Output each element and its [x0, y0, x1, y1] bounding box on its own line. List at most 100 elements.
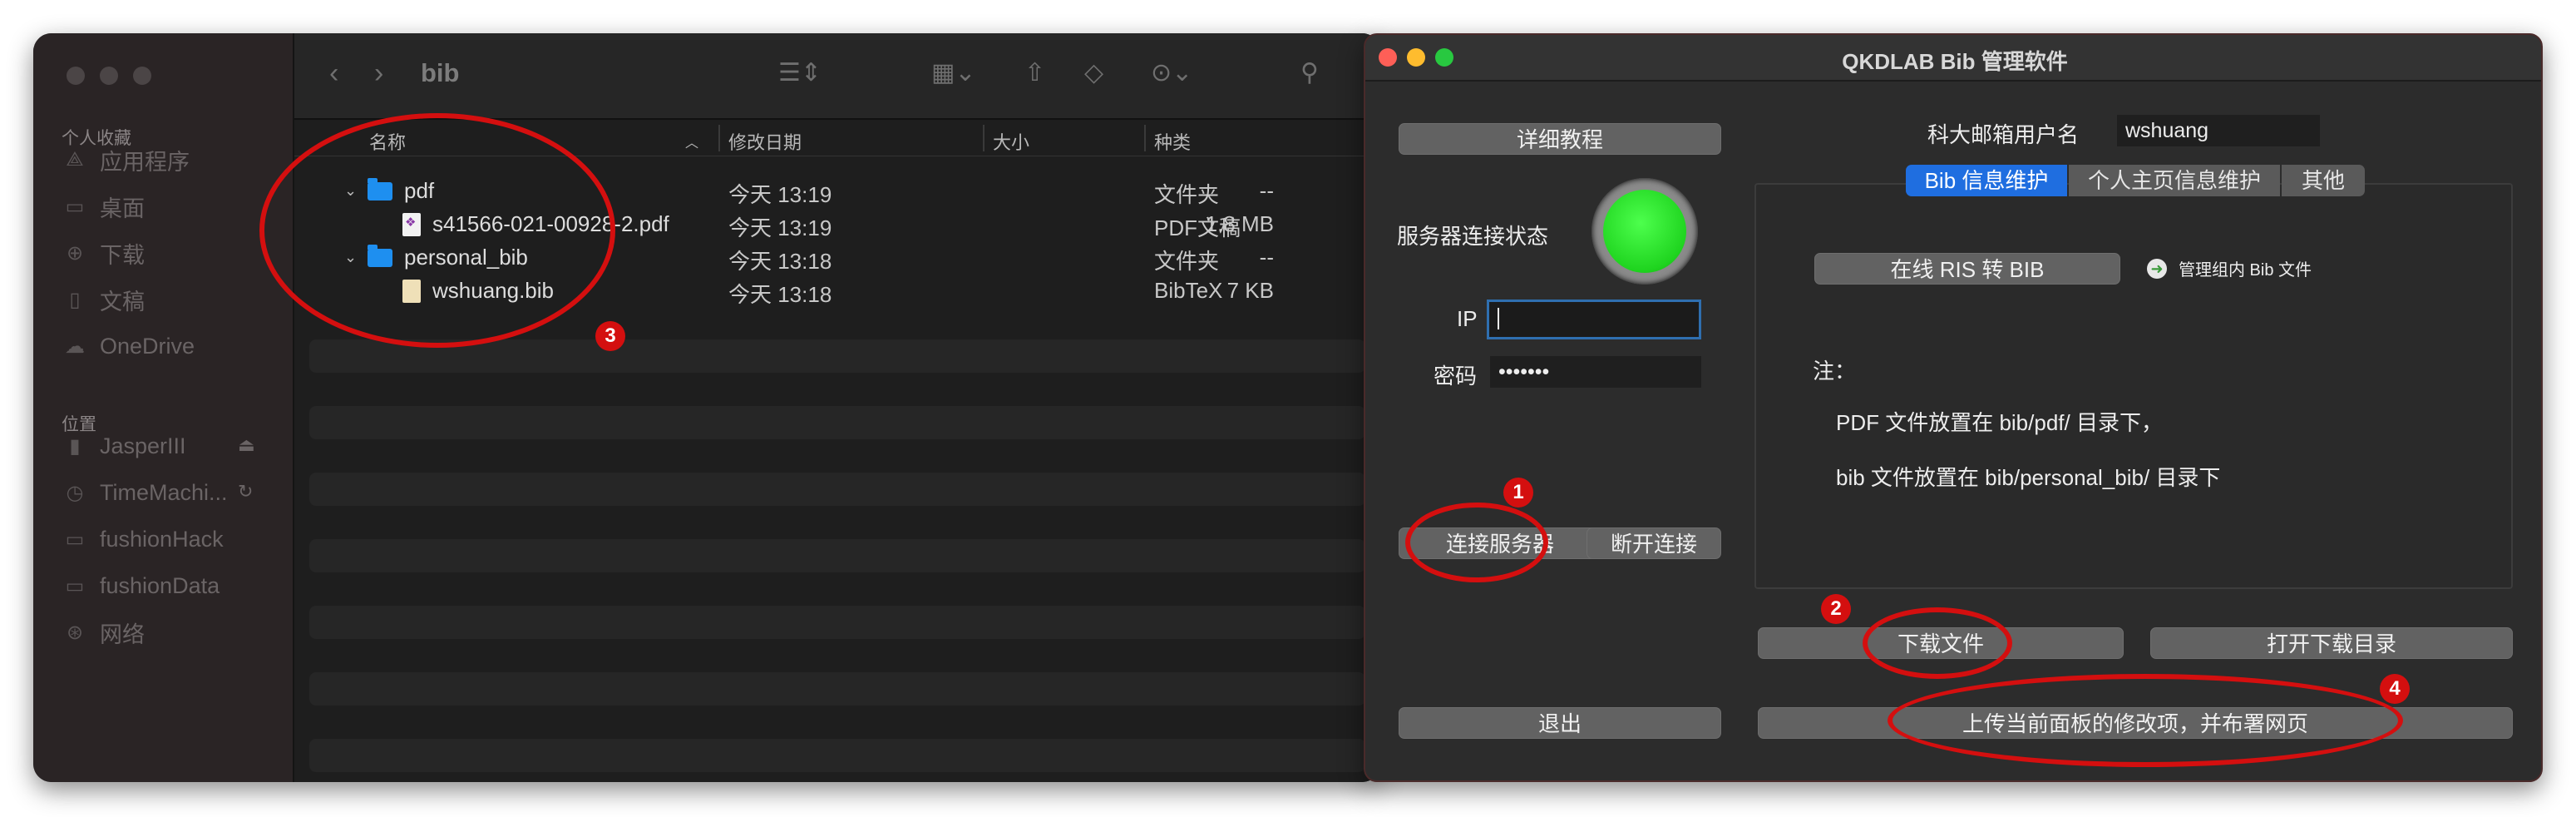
- sidebar-item-label: OneDrive: [100, 333, 195, 359]
- column-size-header[interactable]: 大小: [993, 128, 1029, 155]
- sidebar-item-jasper[interactable]: ▮ JasperIII: [62, 429, 185, 463]
- tab-other[interactable]: 其他: [2282, 165, 2365, 196]
- sidebar-item-label: fushionData: [100, 572, 220, 598]
- manage-bib-link[interactable]: ➜ 管理组内 Bib 文件: [2147, 256, 2312, 280]
- file-date: 今天 13:18: [728, 282, 832, 307]
- file-size: --: [1259, 245, 1274, 270]
- sidebar-item-downloads[interactable]: ⊕ 下载: [62, 236, 145, 270]
- sidebar-item-desktop[interactable]: ▭ 桌面: [62, 190, 145, 223]
- connect-server-button[interactable]: 连接服务器: [1399, 527, 1601, 559]
- disconnect-button[interactable]: 断开连接: [1587, 527, 1721, 559]
- sidebar-item-label: 桌面: [100, 196, 145, 221]
- sidebar-item-fushionhack[interactable]: ▭ fushionHack: [62, 522, 224, 556]
- column-divider: [983, 125, 985, 151]
- table-row[interactable]: ⌄ pdf 今天 13:19 -- 文件夹: [294, 173, 1380, 207]
- column-divider: [718, 125, 720, 151]
- file-size: --: [1259, 178, 1274, 203]
- table-row[interactable]: wshuang.bib 今天 13:18 7 KB BibTeX: [294, 273, 1380, 307]
- disclosure-icon[interactable]: ⌄: [344, 182, 359, 200]
- annotation-badge-2: 2: [1821, 594, 1851, 624]
- eject-icon[interactable]: ⏏: [238, 434, 255, 456]
- file-date: 今天 13:19: [728, 182, 832, 207]
- annotation-badge-1: 1: [1503, 478, 1533, 508]
- close-button[interactable]: [67, 67, 85, 85]
- file-name: wshuang.bib: [432, 278, 554, 303]
- file-name: personal_bib: [404, 245, 528, 270]
- app-title: QKDLAB Bib 管理软件: [1842, 49, 2068, 74]
- document-icon: ▯: [69, 288, 81, 311]
- sidebar-item-label: 文稿: [100, 289, 145, 314]
- arrow-right-icon: ➜: [2147, 258, 2167, 279]
- search-icon[interactable]: ⚲: [1300, 57, 1319, 90]
- folder-icon: [368, 244, 392, 267]
- group-icon[interactable]: ▦⌄: [931, 57, 975, 90]
- tag-icon[interactable]: ◇: [1084, 57, 1103, 90]
- empty-row-stripe: [309, 539, 1365, 572]
- time-machine-icon: ◷: [66, 481, 84, 504]
- file-name: pdf: [404, 178, 435, 203]
- server-status-label: 服务器连接状态: [1397, 224, 1549, 249]
- server-icon: ▭: [65, 527, 85, 551]
- note-heading: 注：: [1813, 359, 1857, 384]
- share-icon[interactable]: ⇧: [1024, 57, 1045, 90]
- download-icon: ⊕: [66, 241, 84, 265]
- sidebar-item-label: 网络: [100, 621, 145, 647]
- note-line-2: bib 文件放置在 bib/personal_bib/ 目录下: [1836, 465, 2221, 490]
- status-light-icon: [1603, 190, 1686, 273]
- ip-label: IP: [1457, 306, 1478, 331]
- network-icon: ⊛: [66, 621, 84, 644]
- sidebar-item-label: TimeMachi...: [100, 479, 228, 505]
- download-files-button[interactable]: 下载文件: [1758, 627, 2124, 659]
- desktop-icon: ▭: [65, 195, 85, 218]
- tab-personal-homepage[interactable]: 个人主页信息维护: [2069, 165, 2280, 196]
- apps-icon: ⟁: [66, 148, 84, 171]
- tutorial-button[interactable]: 详细教程: [1399, 123, 1721, 155]
- upload-deploy-button[interactable]: 上传当前面板的修改项，并布署网页: [1758, 707, 2513, 739]
- sidebar-item-applications[interactable]: ⟁ 应用程序: [62, 143, 190, 176]
- disclosure-icon[interactable]: ⌄: [344, 249, 359, 266]
- password-field[interactable]: •••••••: [1490, 356, 1701, 388]
- ip-input[interactable]: [1487, 300, 1701, 339]
- sidebar-item-fushiondata[interactable]: ▭ fushionData: [62, 569, 220, 602]
- empty-row-stripe: [309, 339, 1365, 373]
- column-name-header[interactable]: 名称: [369, 128, 406, 155]
- finder-window: 个人收藏 ⟁ 应用程序 ▭ 桌面 ⊕ 下载 ▯ 文稿 ☁ OneDrive 位置…: [33, 33, 1380, 782]
- finder-content: ‹ › bib ☰⇕ ▦⌄ ⇧ ◇ ⊙⌄ ⚲ 名称 ︿ 修改日期 大小 种类 ⌄…: [294, 33, 1380, 782]
- column-header: 名称 ︿ 修改日期 大小 种类: [294, 120, 1380, 156]
- sidebar-item-network[interactable]: ⊛ 网络: [62, 616, 145, 649]
- back-icon[interactable]: ‹: [329, 57, 338, 90]
- exit-button[interactable]: 退出: [1399, 707, 1721, 739]
- sidebar-item-onedrive[interactable]: ☁ OneDrive: [62, 329, 195, 363]
- file-kind: 文件夹: [1154, 182, 1220, 207]
- zoom-button[interactable]: [133, 67, 151, 85]
- column-divider: [1144, 125, 1146, 151]
- column-kind-header[interactable]: 种类: [1154, 128, 1191, 155]
- pdf-file-icon: [402, 212, 421, 236]
- file-kind: 文件夹: [1154, 249, 1220, 274]
- connection-status-indicator: [1591, 178, 1698, 285]
- sidebar-item-timemachine[interactable]: ◷ TimeMachi...: [62, 476, 228, 509]
- sidebar-item-label: 应用程序: [100, 149, 190, 175]
- minimize-button[interactable]: [100, 67, 118, 85]
- column-date-header[interactable]: 修改日期: [728, 128, 802, 155]
- file-size: 7 KB: [1226, 278, 1274, 303]
- email-field[interactable]: wshuang: [2117, 115, 2320, 146]
- forward-icon[interactable]: ›: [374, 57, 383, 90]
- sort-chevron-icon: ︿: [685, 136, 699, 151]
- note-line-1: PDF 文件放置在 bib/pdf/ 目录下，: [1836, 410, 2163, 435]
- list-view-icon[interactable]: ☰⇕: [778, 57, 822, 90]
- disk-icon: ▮: [69, 434, 81, 458]
- file-kind: BibTeX: [1154, 278, 1223, 303]
- open-download-dir-button[interactable]: 打开下载目录: [2150, 627, 2513, 659]
- file-date: 今天 13:19: [728, 215, 832, 240]
- tab-bib-info[interactable]: Bib 信息维护: [1906, 165, 2067, 196]
- ris-to-bib-button[interactable]: 在线 RIS 转 BIB: [1814, 253, 2120, 285]
- table-row[interactable]: ⌄ personal_bib 今天 13:18 -- 文件夹: [294, 240, 1380, 274]
- table-row[interactable]: s41566-021-00928-2.pdf 今天 13:19 1.8 MB P…: [294, 206, 1380, 240]
- empty-row-stripe: [309, 406, 1365, 439]
- file-date: 今天 13:18: [728, 249, 832, 274]
- sidebar-item-documents[interactable]: ▯ 文稿: [62, 283, 145, 316]
- password-label: 密码: [1434, 364, 1478, 389]
- more-actions-icon[interactable]: ⊙⌄: [1151, 57, 1192, 90]
- bib-file-icon: [402, 279, 421, 303]
